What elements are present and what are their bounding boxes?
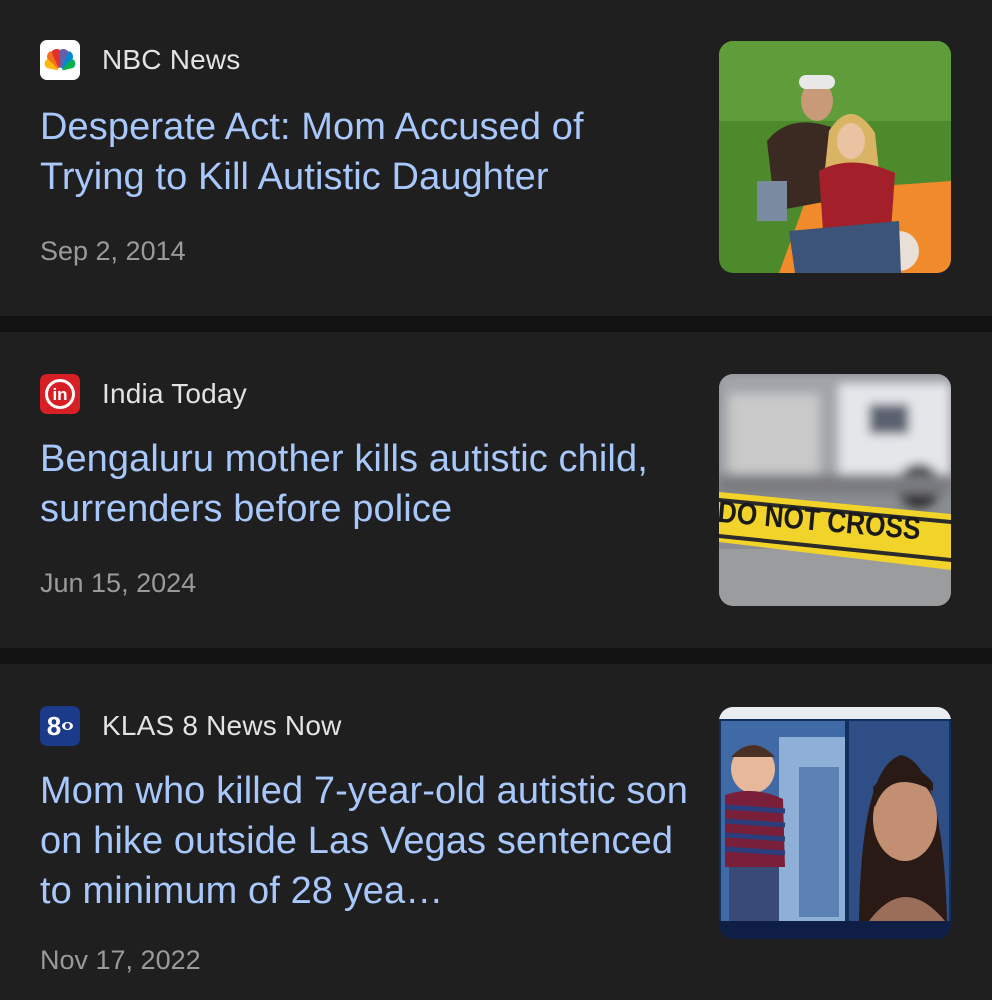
india-today-logo-text: in	[45, 379, 75, 409]
article-thumbnail[interactable]	[719, 707, 951, 939]
source-row: 8 KLAS 8 News Now	[40, 706, 342, 746]
source-name: India Today	[102, 378, 247, 409]
article-date: Nov 17, 2022	[40, 945, 201, 975]
article-date: Jun 15, 2024	[40, 568, 197, 598]
card-divider	[0, 316, 992, 332]
source-row: NBC News	[40, 40, 241, 80]
klas-8-logo-text: 8	[46, 711, 62, 741]
article-thumbnail[interactable]: DO NOT CROSS	[719, 374, 951, 606]
article-headline[interactable]: Mom who killed 7-year-old autistic son o…	[40, 766, 690, 916]
news-feed: NBC News Desperate Act: Mom Accused of T…	[0, 0, 992, 1000]
article-date: Sep 2, 2014	[40, 236, 186, 266]
news-card[interactable]: NBC News Desperate Act: Mom Accused of T…	[0, 0, 992, 316]
cbs-eye-icon	[62, 722, 74, 730]
article-thumbnail[interactable]	[719, 41, 951, 273]
news-card[interactable]: 8 KLAS 8 News Now Mom who killed 7-year-…	[0, 664, 992, 1000]
source-name: NBC News	[102, 44, 241, 75]
india-today-logo-icon: in	[40, 374, 80, 414]
card-divider	[0, 648, 992, 664]
source-row: in India Today	[40, 374, 247, 414]
news-card[interactable]: in India Today Bengaluru mother kills au…	[0, 332, 992, 648]
nbc-peacock-icon	[40, 40, 80, 80]
article-headline[interactable]: Desperate Act: Mom Accused of Trying to …	[40, 102, 690, 202]
article-headline[interactable]: Bengaluru mother kills autistic child, s…	[40, 434, 690, 534]
source-name: KLAS 8 News Now	[102, 710, 342, 741]
klas-8-logo-icon: 8	[40, 706, 80, 746]
